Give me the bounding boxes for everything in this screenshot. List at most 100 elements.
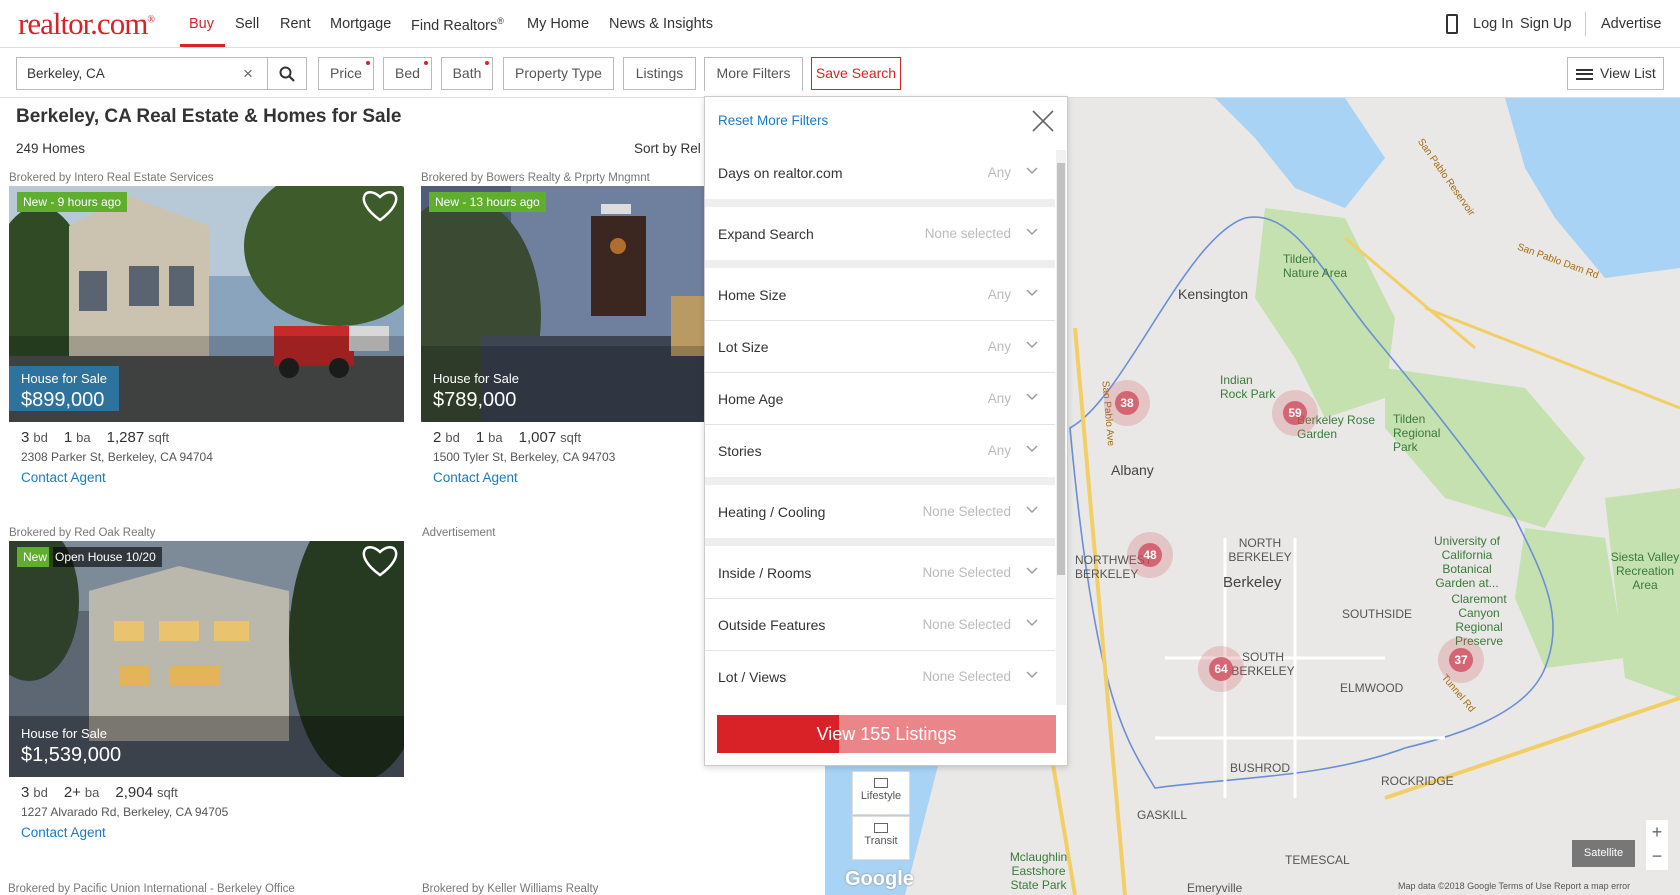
listing-cluster[interactable]: 48 (1127, 532, 1173, 578)
map-label: Albany (1111, 462, 1154, 478)
filter-row-lot-size[interactable]: Lot Size Any (705, 321, 1055, 373)
filter-row-home-size[interactable]: Home Size Any (705, 269, 1055, 321)
active-filter-dot (485, 61, 489, 65)
listings-filter-button[interactable]: Listings (623, 57, 696, 90)
lifestyle-button[interactable]: Lifestyle (852, 771, 910, 815)
transit-button[interactable]: Transit (852, 816, 910, 860)
new-badge: New (17, 547, 54, 567)
more-filters-panel: Reset More Filters Days on realtor.com An… (704, 96, 1068, 766)
nav-rent[interactable]: Rent (280, 16, 311, 32)
active-filter-dot (366, 61, 370, 65)
search-button[interactable] (267, 57, 307, 90)
contact-agent-link[interactable]: Contact Agent (21, 470, 106, 485)
listing-photo[interactable]: New Open House 10/20 House for Sale $1,5… (9, 541, 404, 777)
price-filter-button[interactable]: Price (318, 57, 374, 90)
filter-bar: × Price Bed Bath Property Type Listings … (0, 48, 1680, 98)
listing-price: $1,539,000 (21, 744, 122, 766)
page-title: Berkeley, CA Real Estate & Homes for Sal… (16, 106, 402, 127)
advertisement-label: Advertisement (422, 527, 496, 539)
listing-cluster[interactable]: 59 (1272, 390, 1318, 436)
filter-row-inside-rooms[interactable]: Inside / Rooms None Selected (705, 547, 1055, 599)
contact-agent-link[interactable]: Contact Agent (21, 825, 106, 840)
listing-address[interactable]: 1500 Tyler St, Berkeley, CA 94703 (433, 450, 615, 464)
nav-sell[interactable]: Sell (235, 16, 259, 32)
listing-photo[interactable]: New - 13 hours ago House for Sale $789,0… (421, 186, 705, 422)
chevron-down-icon (1026, 228, 1038, 235)
listing-photo[interactable]: New - 9 hours ago House for Sale $899,00… (9, 186, 404, 422)
listing-card[interactable]: Brokered by Bowers Realty & Prprty Mngmn… (421, 172, 705, 485)
close-icon[interactable] (1031, 109, 1055, 133)
clear-icon[interactable]: × (243, 64, 253, 84)
map-label: Tilden Nature Area (1283, 252, 1348, 280)
filter-row-days-on-market[interactable]: Days on realtor.com Any (705, 147, 1055, 207)
map-label: TEMESCAL (1285, 853, 1350, 867)
map-credit[interactable]: Map data ©2018 Google Terms of Use Repor… (1398, 881, 1630, 891)
view-list-button[interactable]: View List (1567, 57, 1664, 90)
nav-my-home[interactable]: My Home (527, 16, 589, 32)
broker-name: Brokered by Keller Williams Realty (422, 883, 599, 895)
filter-row-outside-features[interactable]: Outside Features None Selected (705, 599, 1055, 651)
save-search-button[interactable]: Save Search (811, 57, 901, 90)
filter-row-stories[interactable]: Stories Any (705, 425, 1055, 485)
listing-card[interactable]: Brokered by Intero Real Estate Services … (9, 172, 404, 485)
view-listings-button[interactable]: View 155 Listings (717, 715, 1056, 753)
advertise-link[interactable]: Advertise (1601, 16, 1661, 32)
contact-agent-link[interactable]: Contact Agent (433, 470, 518, 485)
mobile-phone-icon[interactable] (1446, 14, 1458, 34)
favorite-heart-icon[interactable] (360, 188, 400, 224)
zoom-in-button[interactable]: + (1646, 820, 1668, 844)
property-type-filter-button[interactable]: Property Type (503, 57, 614, 90)
house-photo-image (9, 186, 404, 422)
top-navigation: realtor.com® Buy Sell Rent Mortgage Find… (0, 0, 1680, 48)
new-badge: New - 9 hours ago (17, 192, 128, 212)
realtor-logo[interactable]: realtor.com® (18, 6, 155, 42)
sort-dropdown[interactable]: Sort by Rel (634, 141, 701, 156)
filter-scrollbar-thumb[interactable] (1057, 163, 1065, 575)
nav-find-realtors[interactable]: Find Realtors® (411, 16, 504, 34)
listing-cluster[interactable]: 37 (1438, 637, 1484, 683)
chevron-down-icon (1026, 341, 1038, 348)
google-logo: Google (845, 868, 914, 890)
zoom-out-button[interactable]: − (1646, 844, 1668, 868)
listing-address[interactable]: 2308 Parker St, Berkeley, CA 94704 (21, 450, 213, 464)
map-label: Mclaughlin Eastshore State Park (1009, 850, 1068, 892)
reset-more-filters-link[interactable]: Reset More Filters (718, 113, 828, 128)
map-label: SOUTHSIDE (1342, 607, 1413, 621)
list-icon (1576, 69, 1593, 80)
property-type: House for Sale (21, 371, 107, 386)
house-photo-image (9, 541, 404, 777)
satellite-toggle-button[interactable]: Satellite (1572, 840, 1635, 867)
bath-filter-button[interactable]: Bath (441, 57, 493, 90)
nav-buy[interactable]: Buy (189, 16, 214, 32)
login-link[interactable]: Log In (1473, 16, 1513, 32)
signup-link[interactable]: Sign Up (1520, 16, 1572, 32)
search-input[interactable] (27, 66, 227, 81)
map-label: ELMWOOD (1340, 681, 1404, 695)
filter-row-lot-views[interactable]: Lot / Views None Selected (705, 651, 1055, 702)
nav-mortgage[interactable]: Mortgage (330, 16, 391, 32)
filter-row-expand-search[interactable]: Expand Search None selected (705, 208, 1055, 268)
chevron-down-icon (1026, 393, 1038, 400)
listing-price: $789,000 (433, 389, 517, 411)
filter-row-home-age[interactable]: Home Age Any (705, 373, 1055, 425)
map-label: Indian Rock Park (1220, 373, 1276, 401)
house-photo-image (421, 186, 705, 422)
more-filters-button[interactable]: More Filters (704, 57, 803, 91)
bed-filter-button[interactable]: Bed (383, 57, 432, 90)
map-label: Siesta Valley Recreation Area (1610, 550, 1680, 592)
listing-address[interactable]: 1227 Alvarado Rd, Berkeley, CA 94705 (21, 805, 228, 819)
listing-cluster[interactable]: 64 (1198, 646, 1244, 692)
broker-name: Brokered by Red Oak Realty (9, 527, 156, 539)
home-count: 249 Homes (16, 141, 86, 156)
chevron-down-icon (1026, 445, 1038, 452)
nav-news-insights[interactable]: News & Insights (609, 16, 713, 32)
active-nav-underline (180, 44, 225, 47)
favorite-heart-icon[interactable] (360, 543, 400, 579)
filter-row-heating-cooling[interactable]: Heating / Cooling None Selected (705, 486, 1055, 546)
map-label: University of California Botanical Garde… (1433, 534, 1501, 590)
nav-divider (1585, 12, 1586, 36)
listing-cluster[interactable]: 38 (1104, 380, 1150, 426)
map-label: ROCKRIDGE (1381, 774, 1454, 788)
listing-card[interactable]: Brokered by Red Oak Realty New Open Hous… (9, 527, 404, 840)
zoom-control: + − (1646, 820, 1668, 870)
